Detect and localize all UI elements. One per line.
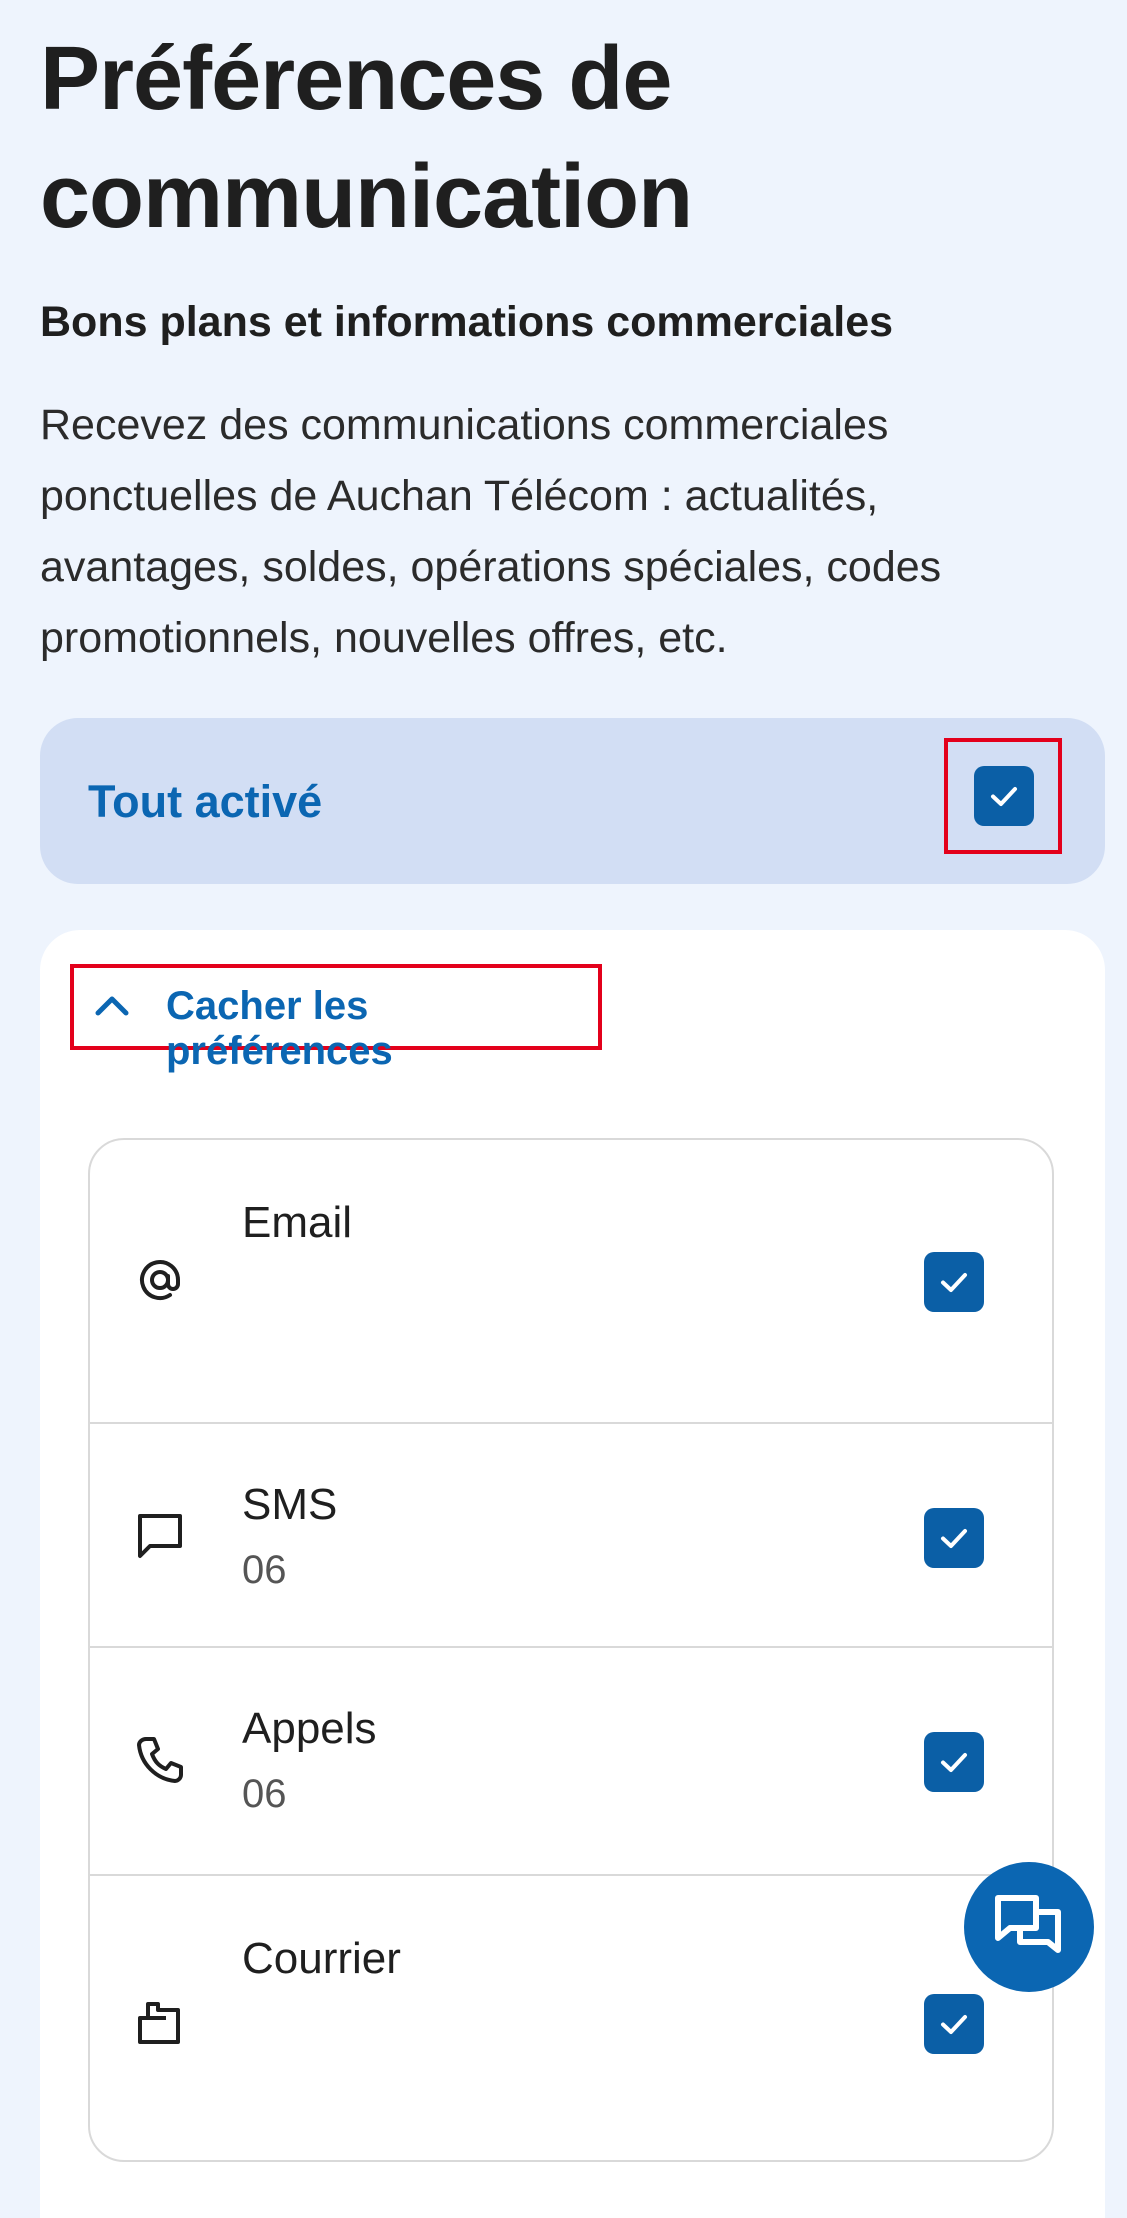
- toggle-all-row[interactable]: Tout activé: [40, 718, 1105, 884]
- calls-checkbox[interactable]: [924, 1732, 984, 1792]
- channel-row-email: Email: [90, 1140, 1052, 1424]
- at-sign-icon: [140, 1260, 180, 1301]
- channel-title: Courrier: [242, 1934, 401, 1983]
- hide-preferences-label: Cacher les préférences: [166, 984, 393, 1073]
- chat-button[interactable]: [964, 1862, 1094, 1992]
- section-description: Recevez des communications commerciales …: [40, 401, 942, 662]
- check-icon: [991, 787, 1017, 806]
- section-title: Bons plans et informations commerciales: [40, 298, 894, 346]
- page-title: Préférences de communication: [40, 29, 693, 247]
- channel-subtitle: 06: [242, 1548, 287, 1592]
- channel-list: Email SMS 06 Appels 06 Courrier: [88, 1138, 1054, 2162]
- toggle-all-label: Tout activé: [88, 776, 323, 827]
- phone-icon: [137, 1737, 183, 1783]
- check-icon: [941, 2015, 967, 2034]
- channel-title: Appels: [242, 1704, 377, 1753]
- toggle-all-checkbox[interactable]: [974, 766, 1034, 826]
- message-icon: [138, 1514, 182, 1558]
- chevron-up-icon: [95, 996, 129, 1016]
- channel-row-calls: Appels 06: [90, 1648, 1052, 1876]
- toggle-all-highlight: [944, 738, 1062, 854]
- channel-subtitle: 06: [242, 1772, 287, 1816]
- channel-title: SMS: [242, 1480, 338, 1529]
- channel-row-mail: Courrier: [90, 1876, 1052, 2160]
- mailbox-icon: [138, 2002, 180, 2044]
- check-icon: [941, 1753, 967, 1772]
- hide-preferences-button[interactable]: Cacher les préférences: [70, 964, 602, 1073]
- sms-checkbox[interactable]: [924, 1508, 984, 1568]
- page: Préférences de communication Bons plans …: [0, 0, 1127, 2218]
- preferences-card: Cacher les préférences Email SMS 06 Appe…: [40, 930, 1105, 2218]
- channel-row-sms: SMS 06: [90, 1424, 1052, 1648]
- email-checkbox[interactable]: [924, 1252, 984, 1312]
- chat-icon: [995, 1895, 1061, 1953]
- mail-checkbox[interactable]: [924, 1994, 984, 2054]
- check-icon: [941, 1273, 967, 1292]
- check-icon: [941, 1529, 967, 1548]
- channel-title: Email: [242, 1198, 353, 1247]
